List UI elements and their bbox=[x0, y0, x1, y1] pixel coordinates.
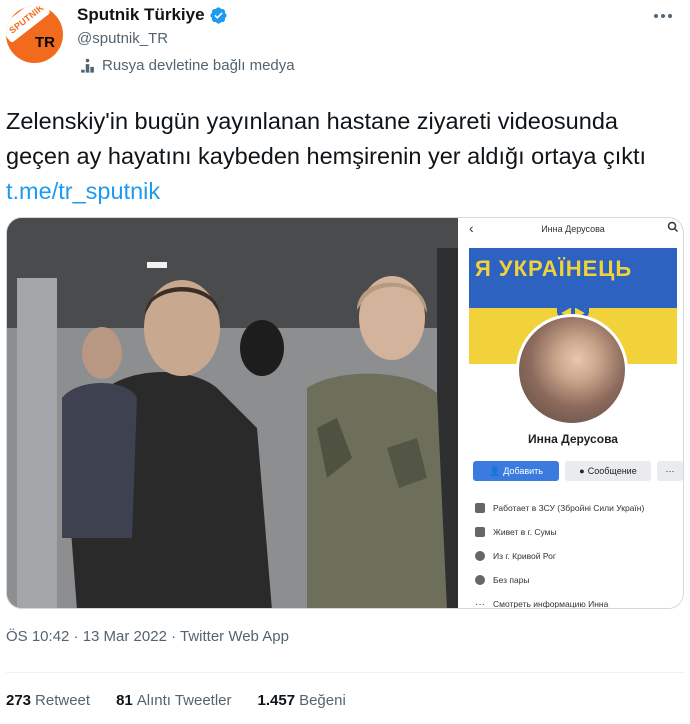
profile-info-text: Смотреть информацию Инна bbox=[493, 599, 609, 609]
podium-icon bbox=[81, 58, 94, 73]
more-dot-icon bbox=[654, 14, 658, 18]
state-media-label[interactable]: Rusya devletine bağlı medya bbox=[79, 57, 295, 74]
message-icon: ● bbox=[579, 466, 585, 476]
heart-icon bbox=[475, 575, 485, 585]
profile-info-row: Работает в ЗСУ (Збройні Сили Україн) bbox=[475, 496, 679, 520]
author-display-name[interactable]: Sputnik Türkiye bbox=[77, 5, 205, 25]
author-handle[interactable]: @sputnik_TR bbox=[77, 30, 168, 47]
profile-info-row: Живет в г. Сумы bbox=[475, 520, 679, 544]
profile-info-text: Без пары bbox=[493, 575, 530, 585]
message-label: Сообщение bbox=[587, 466, 637, 476]
likes-stat[interactable]: 1.457 Beğeni bbox=[258, 692, 346, 709]
profile-info-text: Из г. Кривой Рог bbox=[493, 551, 556, 561]
home-icon bbox=[475, 527, 485, 537]
retweets-count: 273 bbox=[6, 692, 32, 709]
profile-info-row: Из г. Кривой Рог bbox=[475, 544, 679, 568]
search-icon bbox=[667, 221, 679, 233]
tweet-media[interactable]: ‹ Инна Дерусова Я УКРАЇНЕЦЬ Инна Дерусов… bbox=[6, 217, 684, 609]
author-avatar[interactable]: SPUTNIK TR bbox=[6, 6, 63, 63]
add-friend-label: Добавить bbox=[503, 466, 543, 476]
add-user-icon: 👤 bbox=[489, 465, 501, 476]
profile-topbar-title: Инна Дерусова bbox=[541, 224, 605, 234]
tweet-timestamp[interactable]: ÖS 10:42 · 13 Mar 2022 · Twitter Web App bbox=[6, 628, 289, 645]
briefcase-icon bbox=[475, 503, 485, 513]
tweet-link[interactable]: t.me/tr_sputnik bbox=[6, 178, 160, 204]
photo-scene-image bbox=[7, 218, 458, 608]
more-dot-icon bbox=[661, 14, 665, 18]
avatar-logo-tr: TR bbox=[35, 34, 55, 51]
quotes-label: Alıntı Tweetler bbox=[136, 692, 232, 709]
likes-count: 1.457 bbox=[257, 692, 296, 709]
profile-action-buttons: 👤 Добавить ● Сообщение ··· bbox=[473, 461, 683, 481]
divider bbox=[6, 672, 684, 673]
hospital-visit-photo[interactable] bbox=[7, 218, 458, 608]
profile-avatar bbox=[516, 314, 628, 426]
vk-profile-screenshot[interactable]: ‹ Инна Дерусова Я УКРАЇНЕЦЬ Инна Дерусов… bbox=[461, 218, 683, 609]
profile-name: Инна Дерусова bbox=[528, 432, 618, 446]
profile-more-button[interactable]: ··· bbox=[657, 461, 683, 481]
verified-badge-icon bbox=[209, 6, 227, 24]
more-dots-icon: ··· bbox=[475, 598, 485, 609]
profile-topbar: ‹ Инна Дерусова bbox=[461, 218, 683, 240]
add-friend-button[interactable]: 👤 Добавить bbox=[473, 461, 559, 481]
author-name-row[interactable]: Sputnik Türkiye bbox=[77, 5, 228, 25]
profile-info-list: Работает в ЗСУ (Збройні Сили Україн) Жив… bbox=[475, 496, 679, 609]
tweet-stats: 273 Retweet 81 Alıntı Tweetler 1.457 Beğeni bbox=[6, 692, 346, 709]
quotes-stat[interactable]: 81 Alıntı Tweetler bbox=[116, 692, 231, 709]
more-dot-icon bbox=[668, 14, 672, 18]
tweet-text: Zelenskiy'in bugün yayınlanan hastane zi… bbox=[6, 104, 686, 209]
state-media-label-text: Rusya devletine bağlı medya bbox=[102, 57, 295, 74]
tweet-body: Zelenskiy'in bugün yayınlanan hastane zi… bbox=[6, 108, 647, 169]
profile-info-text: Работает в ЗСУ (Збройні Сили Україн) bbox=[493, 503, 645, 513]
message-button[interactable]: ● Сообщение bbox=[565, 461, 651, 481]
likes-label: Beğeni bbox=[299, 692, 346, 709]
tweet-header: SPUTNIK TR Sputnik Türkiye @sputnik_TR R… bbox=[0, 0, 690, 90]
quotes-count: 81 bbox=[116, 692, 133, 709]
profile-info-text: Живет в г. Сумы bbox=[493, 527, 557, 537]
profile-info-row[interactable]: ··· Смотреть информацию Инна bbox=[475, 592, 679, 609]
location-icon bbox=[475, 551, 485, 561]
more-options-button[interactable] bbox=[650, 6, 676, 26]
retweets-label: Retweet bbox=[35, 692, 91, 709]
retweets-stat[interactable]: 273 Retweet bbox=[6, 692, 90, 709]
profile-info-row: Без пары bbox=[475, 568, 679, 592]
